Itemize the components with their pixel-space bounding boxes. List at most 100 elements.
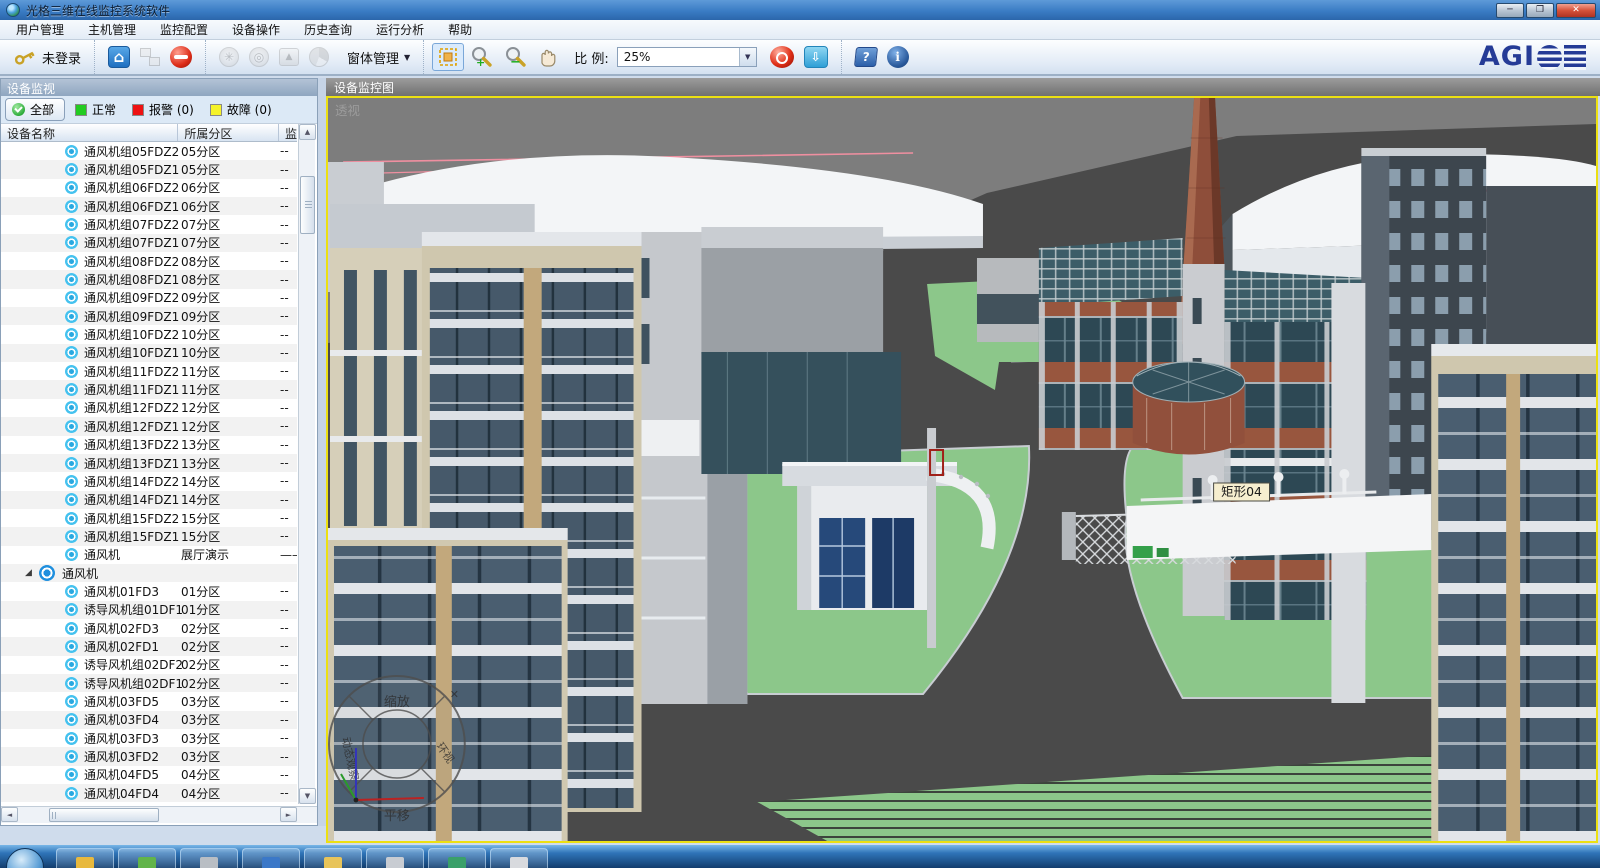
3d-viewport[interactable]: 矩形04 透视 缩放 平移 动态观察 环视 ✕ [326, 96, 1598, 843]
taskbar-app-button-5[interactable] [304, 848, 362, 868]
table-row[interactable]: 通风机组07FDZ107分区-- [1, 234, 297, 252]
table-row[interactable]: 通风机04FD404分区-- [1, 784, 297, 802]
vertical-scroll-thumb[interactable] [300, 176, 315, 234]
device-watch-status: -- [280, 218, 297, 232]
filter-item-2[interactable]: 报警 (0) [126, 99, 200, 120]
start-button[interactable] [6, 848, 44, 868]
taskbar-app-button-4[interactable] [242, 848, 300, 868]
table-row[interactable]: 通风机组10FDZ210分区-- [1, 325, 297, 343]
table-row[interactable]: 通风机组15FDZ215分区-- [1, 509, 297, 527]
scale-combobox[interactable]: 25% ▼ [617, 47, 757, 67]
window-manage-dropdown[interactable]: 窗体管理 ▼ [342, 45, 415, 70]
table-row[interactable]: 通风机组12FDZ112分区-- [1, 417, 297, 435]
table-row[interactable]: 通风机03FD303分区-- [1, 729, 297, 747]
login-button[interactable]: 未登录 [8, 44, 86, 70]
table-row[interactable]: 通风机组11FDZ211分区-- [1, 362, 297, 380]
device-watch-status: -- [280, 401, 297, 415]
help-button[interactable]: ? [850, 44, 882, 70]
scroll-up-button[interactable]: ▲ [299, 124, 316, 140]
table-row[interactable]: 通风机组13FDZ113分区-- [1, 454, 297, 472]
table-row[interactable]: 通风机组08FDZ208分区-- [1, 252, 297, 270]
table-row[interactable]: 通风机组13FDZ213分区-- [1, 436, 297, 454]
login-label: 未登录 [42, 48, 81, 67]
home-button[interactable]: ⌂ [103, 43, 135, 71]
table-row[interactable]: 通风机组09FDZ109分区-- [1, 307, 297, 325]
table-row[interactable]: 通风机组12FDZ212分区-- [1, 399, 297, 417]
minimize-button[interactable]: ─ [1496, 3, 1524, 18]
taskbar-app-button-7[interactable] [428, 848, 486, 868]
taskbar-app-button-6[interactable] [366, 848, 424, 868]
filter-all-button[interactable]: 全部 [5, 98, 65, 121]
table-row[interactable]: 通风机03FD503分区-- [1, 692, 297, 710]
filter-item-3[interactable]: 故障 (0) [204, 99, 278, 120]
device-name: 诱导风机组02DF1 [84, 675, 181, 692]
scroll-left-button[interactable]: ◄ [1, 807, 18, 822]
device-zone: 02分区 [181, 620, 280, 637]
table-row[interactable]: 通风机组08FDZ108分区-- [1, 270, 297, 288]
menu-item-监控配置[interactable]: 监控配置 [148, 19, 220, 40]
horizontal-scrollbar[interactable]: ◄ ► [1, 806, 317, 823]
device-name: 诱导风机组01DF1 [84, 601, 181, 618]
nav-close-icon[interactable]: ✕ [450, 688, 459, 701]
pie-button-disabled [304, 44, 334, 70]
table-row[interactable]: 通风机组07FDZ207分区-- [1, 215, 297, 233]
vertical-scrollbar[interactable]: ▲ ▼ [298, 124, 315, 804]
combo-arrow-icon[interactable]: ▼ [739, 48, 756, 66]
menu-item-帮助[interactable]: 帮助 [436, 19, 484, 40]
filter-item-1[interactable]: 正常 [69, 99, 122, 120]
tree-group-row[interactable]: ◢通风机 [1, 564, 297, 582]
3d-scene[interactable]: 矩形04 透视 缩放 平移 动态观察 环视 ✕ [328, 98, 1596, 841]
scroll-down-button[interactable]: ▼ [299, 788, 316, 804]
export-button[interactable]: ⇩ [799, 43, 833, 71]
device-zone: 02分区 [181, 675, 280, 692]
zoom-in-button[interactable]: + [464, 42, 498, 72]
close-button[interactable]: ✕ [1556, 3, 1596, 18]
table-row[interactable]: 通风机组05FDZ205分区-- [1, 142, 297, 160]
about-button[interactable]: i [882, 43, 914, 71]
table-row[interactable]: 通风机03FD403分区-- [1, 711, 297, 729]
table-row[interactable]: 诱导风机组02DF102分区-- [1, 674, 297, 692]
table-row[interactable]: 通风机组14FDZ114分区-- [1, 491, 297, 509]
taskbar-app-button-2[interactable] [118, 848, 176, 868]
table-row[interactable]: 通风机组11FDZ111分区-- [1, 380, 297, 398]
select-tool-button[interactable] [432, 43, 464, 71]
pan-button[interactable] [532, 43, 564, 71]
menu-item-历史查询[interactable]: 历史查询 [292, 19, 364, 40]
table-row[interactable]: 通风机02FD302分区-- [1, 619, 297, 637]
table-row[interactable]: 通风机组09FDZ209分区-- [1, 289, 297, 307]
taskbar-app-button-1[interactable] [56, 848, 114, 868]
taskbar-app-button-8[interactable] [490, 848, 548, 868]
scroll-right-button[interactable]: ► [280, 807, 297, 822]
table-row[interactable]: 通风机04FD304分区-- [1, 802, 297, 804]
table-row[interactable]: 通风机组06FDZ106分区-- [1, 197, 297, 215]
table-row[interactable]: 通风机组06FDZ206分区-- [1, 179, 297, 197]
table-row[interactable]: 诱导风机组01DF101分区-- [1, 601, 297, 619]
table-row[interactable]: 通风机组05FDZ105分区-- [1, 160, 297, 178]
horizontal-scroll-thumb[interactable] [49, 808, 159, 822]
locate-button[interactable] [765, 43, 799, 71]
restore-button[interactable]: ❐ [1526, 3, 1554, 18]
table-row[interactable]: 通风机04FD504分区-- [1, 766, 297, 784]
scale-value: 25% [618, 50, 739, 64]
table-row[interactable]: 通风机02FD102分区-- [1, 637, 297, 655]
table-row[interactable]: 通风机03FD203分区-- [1, 747, 297, 765]
column-watch[interactable]: 监视 [279, 124, 297, 141]
table-row[interactable]: 通风机组14FDZ214分区-- [1, 472, 297, 490]
menu-item-用户管理[interactable]: 用户管理 [4, 19, 76, 40]
expander-icon[interactable]: ◢ [25, 568, 39, 578]
menu-item-设备操作[interactable]: 设备操作 [220, 19, 292, 40]
column-zone[interactable]: 所属分区 [178, 124, 279, 141]
zoom-out-button[interactable]: − [498, 42, 532, 72]
table-row[interactable]: 通风机组10FDZ110分区-- [1, 344, 297, 362]
menu-item-主机管理[interactable]: 主机管理 [76, 19, 148, 40]
column-device-name[interactable]: 设备名称 [1, 124, 178, 141]
taskbar-app-icon [510, 857, 528, 868]
table-row[interactable]: 通风机组15FDZ115分区-- [1, 527, 297, 545]
table-row[interactable]: 通风机01FD301分区-- [1, 582, 297, 600]
table-row[interactable]: 诱导风机组02DF202分区-- [1, 656, 297, 674]
stop-button[interactable] [165, 43, 197, 71]
panel-splitter[interactable] [318, 78, 326, 826]
menu-item-运行分析[interactable]: 运行分析 [364, 19, 436, 40]
taskbar-app-button-3[interactable] [180, 848, 238, 868]
table-row[interactable]: 通风机展厅演示—— [1, 546, 297, 564]
